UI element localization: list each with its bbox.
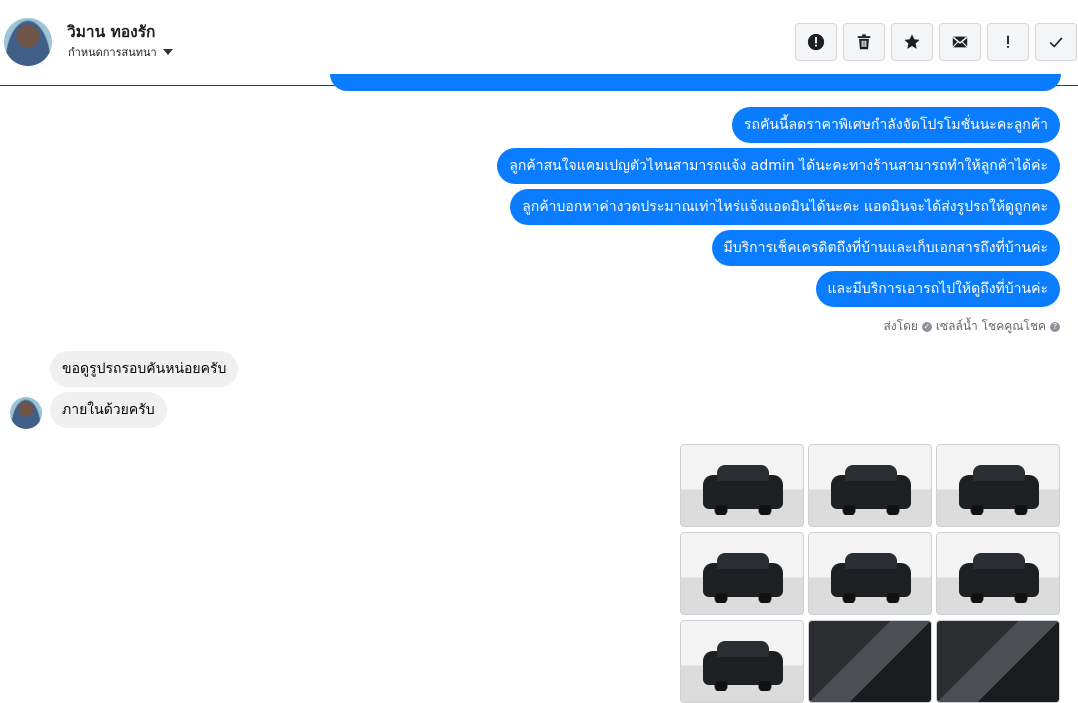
outgoing-message[interactable]: มีบริการเช็คเครดิตถึงที่บ้านและเก็บเอกสา… xyxy=(711,230,1060,266)
alert-circle-icon xyxy=(807,33,825,51)
sent-by-agent: เซลล์น้ำ โชคคูณโชค xyxy=(935,319,1046,333)
avatar[interactable] xyxy=(4,18,52,66)
star-icon xyxy=(904,34,920,49)
car-photo-thumbnail[interactable] xyxy=(936,532,1060,615)
action-toolbar xyxy=(795,23,1077,61)
star-button[interactable] xyxy=(891,23,933,61)
car-photo-thumbnail[interactable] xyxy=(680,620,804,703)
report-spam-button[interactable] xyxy=(795,23,837,61)
help-icon[interactable]: ? xyxy=(1050,321,1060,332)
priority-button[interactable] xyxy=(987,23,1029,61)
incoming-message[interactable]: ภายในด้วยครับ xyxy=(50,392,167,428)
envelope-icon xyxy=(952,36,968,48)
incoming-message[interactable]: ขอดูรูปรถรอบคันหน่อยครับ xyxy=(50,351,239,387)
contact-name[interactable]: วิมาน ทองรัก xyxy=(67,19,155,44)
sent-by-prefix: ส่งโดย xyxy=(883,319,918,333)
outgoing-message[interactable]: และมีบริการเอารถไปให้ดูถึงที่บ้านค่ะ xyxy=(815,271,1060,307)
verified-check-icon: ✓ xyxy=(921,321,932,332)
car-photo-thumbnail[interactable] xyxy=(680,532,804,615)
previous-message-bubble xyxy=(330,74,1061,91)
car-photo-thumbnail[interactable] xyxy=(808,444,932,527)
exclamation-icon xyxy=(1007,35,1009,48)
delete-button[interactable] xyxy=(843,23,885,61)
contact-avatar[interactable] xyxy=(10,397,42,429)
car-interior-photo-thumbnail[interactable] xyxy=(936,620,1060,703)
car-photo-thumbnail[interactable] xyxy=(808,532,932,615)
outgoing-message-group: รถคันนี้ลดราคาพิเศษกำลังจัดโปรโมชั่นนะคะ… xyxy=(497,107,1060,307)
schedule-label: กำหนดการสนทนา xyxy=(68,46,157,59)
checkmark-icon xyxy=(1049,37,1063,48)
trash-icon xyxy=(857,34,871,50)
car-photo-thumbnail[interactable] xyxy=(936,444,1060,527)
outgoing-message[interactable]: ลูกค้าบอกหาค่างวดประมาณเท่าไหร่แจ้งแอดมิ… xyxy=(510,189,1060,225)
car-interior-photo-thumbnail[interactable] xyxy=(808,620,932,703)
mark-unread-button[interactable] xyxy=(939,23,981,61)
sent-by-label: ส่งโดย ✓ เซลล์น้ำ โชคคูณโชค ? xyxy=(883,317,1060,336)
mark-done-button[interactable] xyxy=(1035,23,1077,61)
outgoing-message[interactable]: รถคันนี้ลดราคาพิเศษกำลังจัดโปรโมชั่นนะคะ… xyxy=(732,107,1060,143)
caret-down-icon xyxy=(162,49,173,55)
photo-attachment-grid xyxy=(680,444,1060,703)
car-photo-thumbnail[interactable] xyxy=(680,444,804,527)
outgoing-message[interactable]: ลูกค้าสนใจแคมเปญตัวไหนสามารถแจ้ง admin ไ… xyxy=(497,148,1060,184)
conversation-schedule-dropdown[interactable]: กำหนดการสนทนา xyxy=(68,43,173,61)
